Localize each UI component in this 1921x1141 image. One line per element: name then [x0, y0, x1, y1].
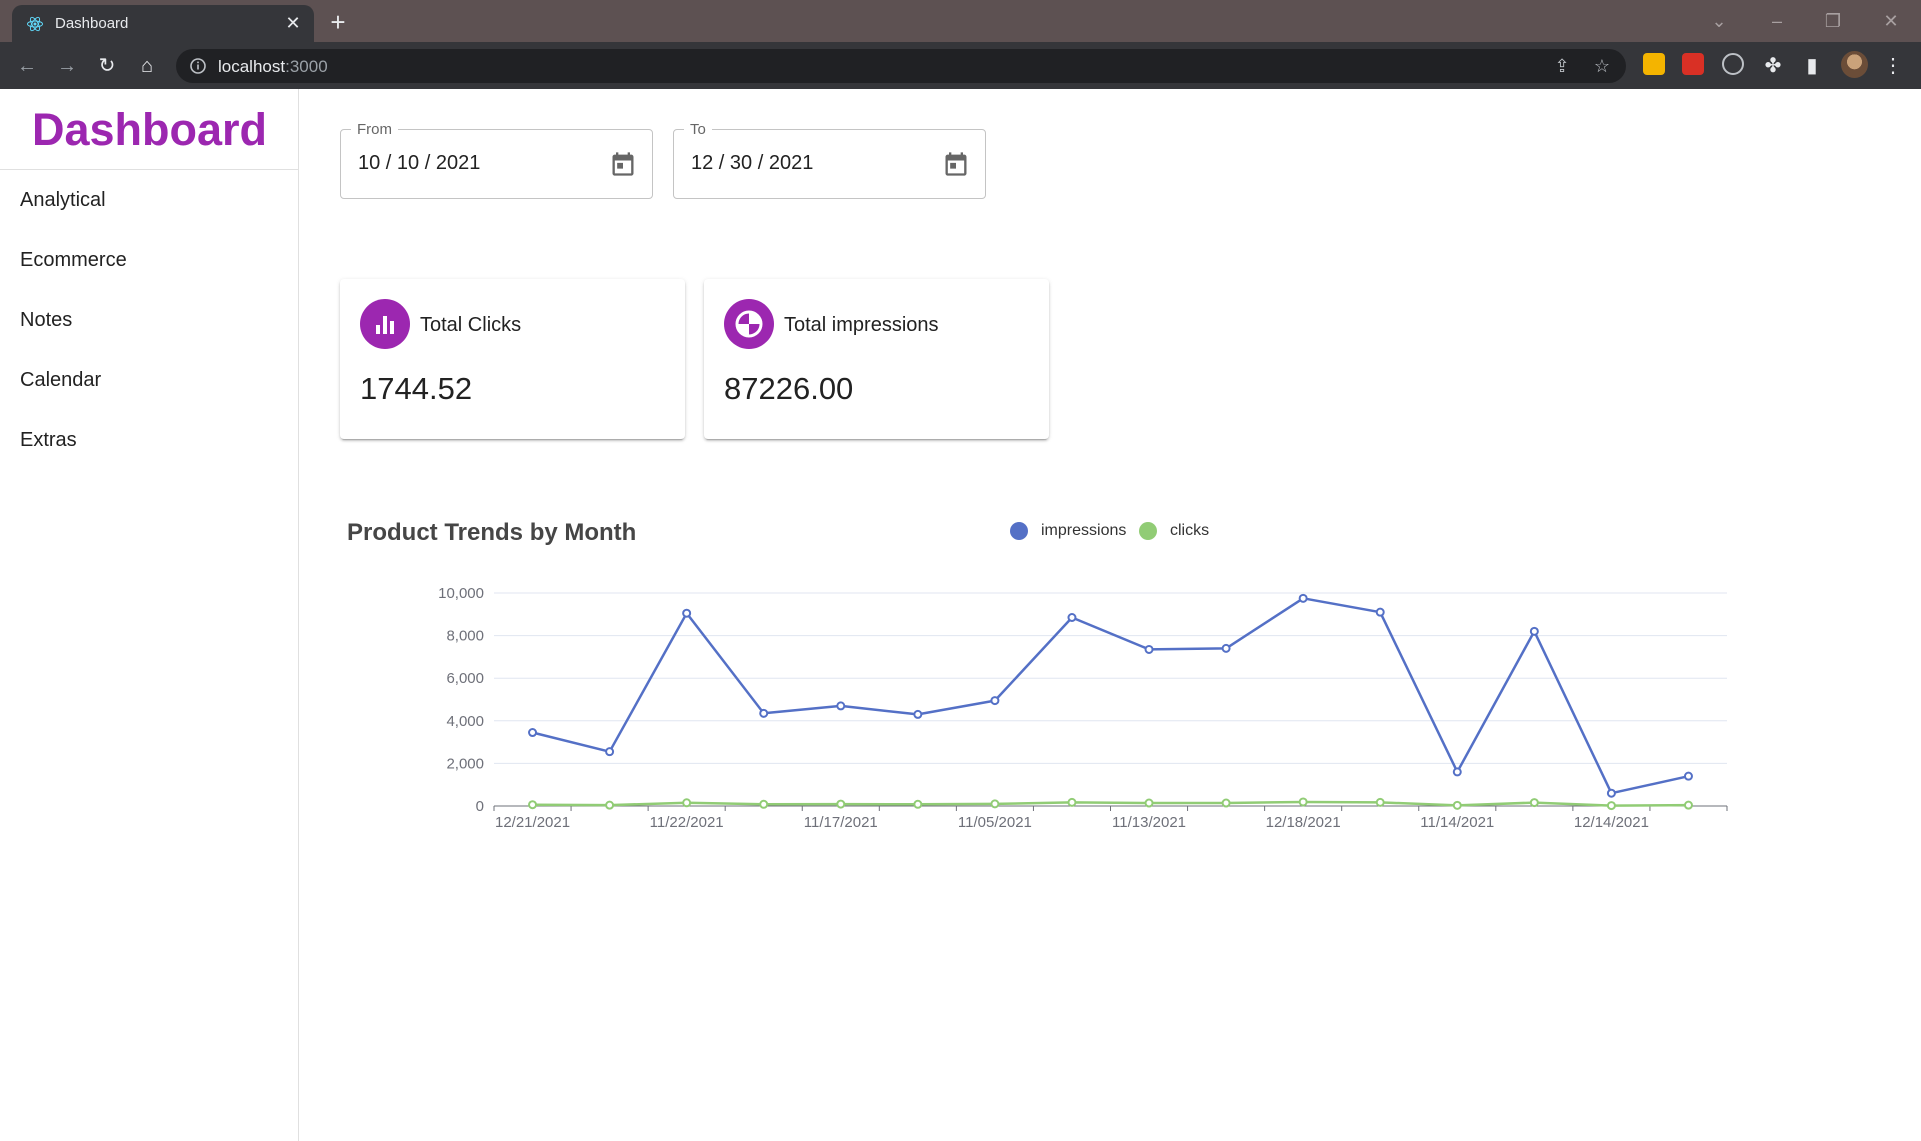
data-point-clicks — [913, 799, 923, 809]
x-tick-label: 11/13/2021 — [1112, 814, 1186, 831]
y-tick-label: 0 — [476, 798, 484, 815]
data-point-impressions — [605, 747, 615, 757]
app-root: Dashboard Analytical Ecommerce Notes Cal… — [0, 89, 1921, 1141]
y-tick-label: 10,000 — [438, 585, 484, 602]
browser-tab[interactable]: Dashboard ✕ — [12, 5, 314, 42]
extension-red-icon[interactable] — [1682, 53, 1704, 75]
data-point-impressions — [1683, 771, 1693, 781]
data-point-clicks — [990, 799, 1000, 809]
y-tick-label: 4,000 — [446, 713, 484, 730]
data-point-clicks — [1683, 800, 1693, 810]
data-point-impressions — [1606, 788, 1616, 798]
data-point-clicks — [1452, 800, 1462, 810]
close-tab-icon[interactable]: ✕ — [282, 12, 304, 34]
x-tick-label: 11/05/2021 — [958, 814, 1032, 831]
bookmark-star-icon[interactable]: ☆ — [1591, 55, 1613, 77]
site-info-icon[interactable] — [189, 57, 207, 75]
x-tick-label: 11/14/2021 — [1420, 814, 1494, 831]
x-tick-label: 11/17/2021 — [804, 814, 878, 831]
minimize-icon[interactable]: – — [1764, 8, 1790, 34]
menu-kebab-icon[interactable]: ⋮ — [1879, 52, 1907, 80]
x-tick-label: 11/22/2021 — [650, 814, 724, 831]
data-point-clicks — [1529, 798, 1539, 808]
data-point-impressions — [528, 728, 538, 738]
data-point-clicks — [1606, 801, 1616, 811]
y-tick-label: 2,000 — [446, 755, 484, 772]
x-tick-label: 12/18/2021 — [1266, 814, 1341, 831]
series-line-impressions — [532, 597, 1689, 795]
data-point-impressions — [1221, 643, 1231, 653]
x-tick-label: 12/14/2021 — [1574, 814, 1649, 831]
data-point-impressions — [1144, 644, 1154, 654]
browser-toolbar: ← → ↻ ⌂ localhost:3000 ⇪ ☆ ✤ ▮ ⋮ — [0, 42, 1921, 89]
data-point-impressions — [1298, 593, 1308, 603]
profile-avatar[interactable] — [1841, 51, 1868, 78]
trend-chart: 0 2,000 4,000 6,000 8,000 10,000 12/21/2021 11/… — [438, 585, 1728, 831]
forward-icon[interactable]: → — [53, 52, 81, 80]
data-point-clicks — [1144, 798, 1154, 808]
data-point-clicks — [682, 798, 692, 808]
address-bar[interactable]: localhost:3000 ⇪ ☆ — [176, 49, 1626, 83]
y-tick-label: 8,000 — [446, 628, 484, 645]
extensions-puzzle-icon[interactable]: ✤ — [1759, 52, 1787, 80]
x-tick-label: 12/21/2021 — [495, 814, 570, 831]
data-point-clicks — [528, 800, 538, 810]
data-point-clicks — [836, 799, 846, 809]
data-point-impressions — [1067, 612, 1077, 622]
extension-target-icon[interactable] — [1722, 53, 1744, 75]
data-point-impressions — [1452, 767, 1462, 777]
side-panel-icon[interactable]: ▮ — [1798, 52, 1826, 80]
data-point-clicks — [759, 799, 769, 809]
data-point-clicks — [1221, 798, 1231, 808]
data-point-impressions — [682, 608, 692, 618]
data-point-clicks — [605, 800, 615, 810]
tab-title: Dashboard — [55, 15, 129, 32]
tab-search-icon[interactable]: ⌄ — [1706, 8, 1732, 34]
data-point-clicks — [1067, 797, 1077, 807]
data-point-clicks — [1375, 797, 1385, 807]
url-text: localhost:3000 — [218, 57, 328, 76]
y-tick-label: 6,000 — [446, 670, 484, 687]
data-point-impressions — [913, 709, 923, 719]
browser-tabstrip: Dashboard ✕ + ⌄ – ❐ ✕ — [0, 0, 1921, 42]
data-point-impressions — [759, 708, 769, 718]
data-point-impressions — [1375, 607, 1385, 617]
data-point-impressions — [1529, 626, 1539, 636]
restore-icon[interactable]: ❐ — [1820, 8, 1846, 34]
new-tab-icon[interactable]: + — [324, 8, 352, 36]
share-icon[interactable]: ⇪ — [1551, 55, 1573, 77]
react-icon — [27, 16, 43, 32]
series-line-clicks — [532, 800, 1689, 807]
reload-icon[interactable]: ↻ — [93, 52, 121, 80]
home-icon[interactable]: ⌂ — [133, 52, 161, 80]
close-window-icon[interactable]: ✕ — [1878, 8, 1904, 34]
extension-keep-icon[interactable] — [1643, 53, 1665, 75]
data-point-impressions — [836, 701, 846, 711]
data-point-impressions — [990, 696, 1000, 706]
back-icon[interactable]: ← — [13, 52, 41, 80]
data-point-clicks — [1298, 797, 1308, 807]
